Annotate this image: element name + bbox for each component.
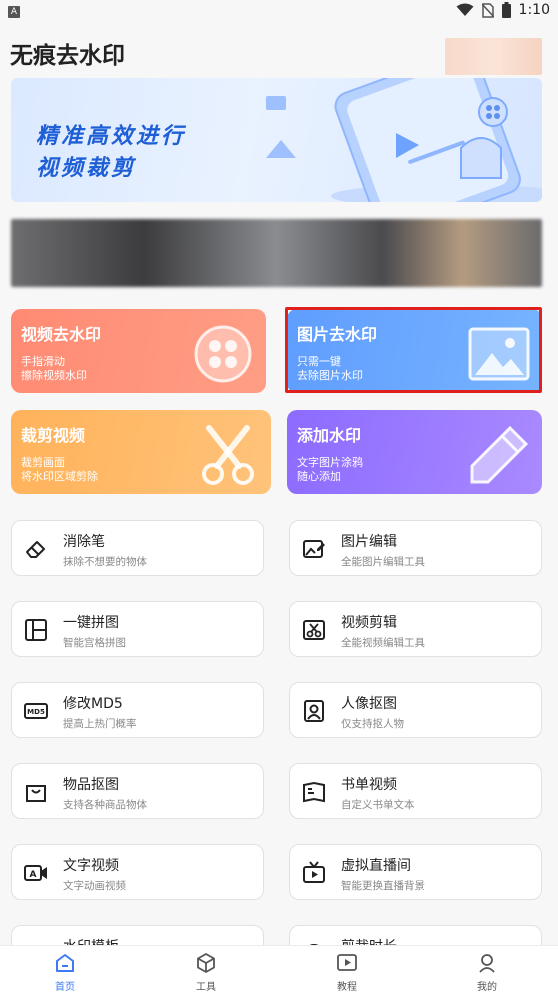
status-bar: A 1:10 — [0, 0, 558, 20]
tool-subtitle: 全能图片编辑工具 — [341, 556, 425, 568]
tool-title: 消除笔 — [63, 534, 105, 550]
tool-subtitle: 支持各种商品物体 — [63, 799, 147, 811]
header-promo-image[interactable] — [445, 38, 542, 75]
status-right: 1:10 — [456, 2, 550, 18]
md5-icon: MD5 — [24, 703, 48, 719]
tool-title: 人像抠图 — [341, 696, 397, 712]
feature-add-watermark[interactable]: 添加水印 文字图片涂鸦 随心添加 — [287, 410, 542, 494]
nav-label: 工具 — [196, 982, 216, 993]
feature-subtitle: 手指滑动 擦除视频水印 — [21, 355, 87, 382]
tool-title: 视频剪辑 — [341, 615, 397, 631]
feature-subtitle: 文字图片涂鸦 随心添加 — [297, 456, 363, 483]
notification-icon: A — [8, 6, 20, 18]
tool-virtual-live[interactable]: 虚拟直播间 智能更换直播背景 — [289, 844, 542, 900]
tool-subtitle: 智能宫格拼图 — [63, 637, 126, 649]
nav-label: 首页 — [55, 982, 75, 993]
bottom-nav: 首页 工具 教程 我的 — [0, 945, 558, 997]
tool-title: 虚拟直播间 — [341, 858, 411, 874]
tool-subtitle: 抹除不想要的物体 — [63, 556, 147, 568]
portrait-icon — [304, 700, 324, 722]
text-video-icon: A — [24, 865, 47, 881]
feature-subtitle: 裁剪画面 将水印区域剪除 — [21, 456, 98, 483]
feature-title: 视频去水印 — [21, 325, 102, 344]
picture-icon — [468, 327, 530, 381]
tool-eraser[interactable]: 消除笔 抹除不想要的物体 — [11, 520, 264, 576]
status-left: A — [8, 2, 20, 18]
book-icon — [303, 781, 325, 803]
tool-title: 物品抠图 — [63, 777, 119, 793]
tool-title: 图片编辑 — [341, 534, 397, 550]
banner-line1: 精准高效进行 — [36, 124, 187, 149]
pencil-icon — [470, 425, 529, 484]
tool-subtitle: 仅支持抠人物 — [341, 718, 404, 730]
feature-subtitle: 只需一键 去除图片水印 — [297, 355, 363, 382]
collage-icon — [25, 619, 47, 641]
wifi-icon — [456, 3, 474, 16]
tool-image-edit[interactable]: 图片编辑 全能图片编辑工具 — [289, 520, 542, 576]
feature-title: 裁剪视频 — [21, 426, 86, 445]
eraser-icon — [26, 541, 45, 558]
nav-label: 我的 — [477, 982, 497, 993]
promo-banner[interactable]: 精准高效进行 视频裁剪 — [11, 78, 542, 202]
tool-product-cutout[interactable]: 物品抠图 支持各种商品物体 — [11, 763, 264, 819]
feature-crop-video[interactable]: 裁剪视频 裁剪画面 将水印区域剪除 — [11, 410, 271, 494]
nav-home[interactable]: 首页 — [25, 952, 105, 993]
no-sim-icon — [481, 2, 494, 18]
nav-tutorial[interactable]: 教程 — [307, 952, 387, 993]
tool-subtitle: 自定义书单文本 — [341, 799, 415, 811]
video-cut-icon — [303, 620, 325, 640]
image-edit-icon — [303, 540, 325, 558]
tool-subtitle: 提高上热门概率 — [63, 718, 137, 730]
feature-title: 添加水印 — [297, 426, 362, 445]
app-title: 无痕去水印 — [10, 43, 125, 69]
tool-title: 书单视频 — [341, 777, 397, 793]
tool-portrait-cutout[interactable]: 人像抠图 仅支持抠人物 — [289, 682, 542, 738]
tool-text-video[interactable]: A 文字视频 文字动画视频 — [11, 844, 264, 900]
home-icon — [56, 954, 74, 972]
svg-text:MD5: MD5 — [27, 708, 45, 716]
battery-icon — [501, 2, 511, 18]
banner-line2: 视频裁剪 — [36, 156, 137, 181]
tool-md5[interactable]: MD5 修改MD5 提高上热门概率 — [11, 682, 264, 738]
tool-subtitle: 智能更换直播背景 — [341, 880, 425, 892]
tv-icon — [303, 861, 325, 883]
nav-label: 教程 — [337, 982, 357, 993]
tool-subtitle: 文字动画视频 — [63, 880, 126, 892]
nav-mine[interactable]: 我的 — [447, 952, 527, 993]
feature-title: 图片去水印 — [297, 325, 378, 344]
svg-text:A: A — [30, 870, 37, 880]
feature-video-watermark-removal[interactable]: 视频去水印 手指滑动 擦除视频水印 — [11, 309, 266, 393]
tool-title: 文字视频 — [63, 858, 119, 874]
tool-video-edit[interactable]: 视频剪辑 全能视频编辑工具 — [289, 601, 542, 657]
scissors-icon — [202, 425, 254, 485]
tool-title: 一键拼图 — [63, 615, 119, 631]
tool-subtitle: 全能视频编辑工具 — [341, 637, 425, 649]
play-icon — [337, 954, 357, 971]
film-reel-icon — [194, 325, 252, 383]
banner-phone-illustration — [266, 78, 542, 202]
nav-tools[interactable]: 工具 — [166, 952, 246, 993]
tool-title: 修改MD5 — [63, 696, 123, 712]
tool-collage[interactable]: 一键拼图 智能宫格拼图 — [11, 601, 264, 657]
cube-icon — [197, 953, 215, 973]
status-time: 1:10 — [518, 2, 550, 18]
feature-image-watermark-removal[interactable]: 图片去水印 只需一键 去除图片水印 — [287, 309, 542, 393]
ad-banner[interactable] — [11, 219, 542, 287]
user-icon — [479, 954, 495, 973]
tool-booklist-video[interactable]: 书单视频 自定义书单文本 — [289, 763, 542, 819]
product-icon — [26, 785, 46, 802]
